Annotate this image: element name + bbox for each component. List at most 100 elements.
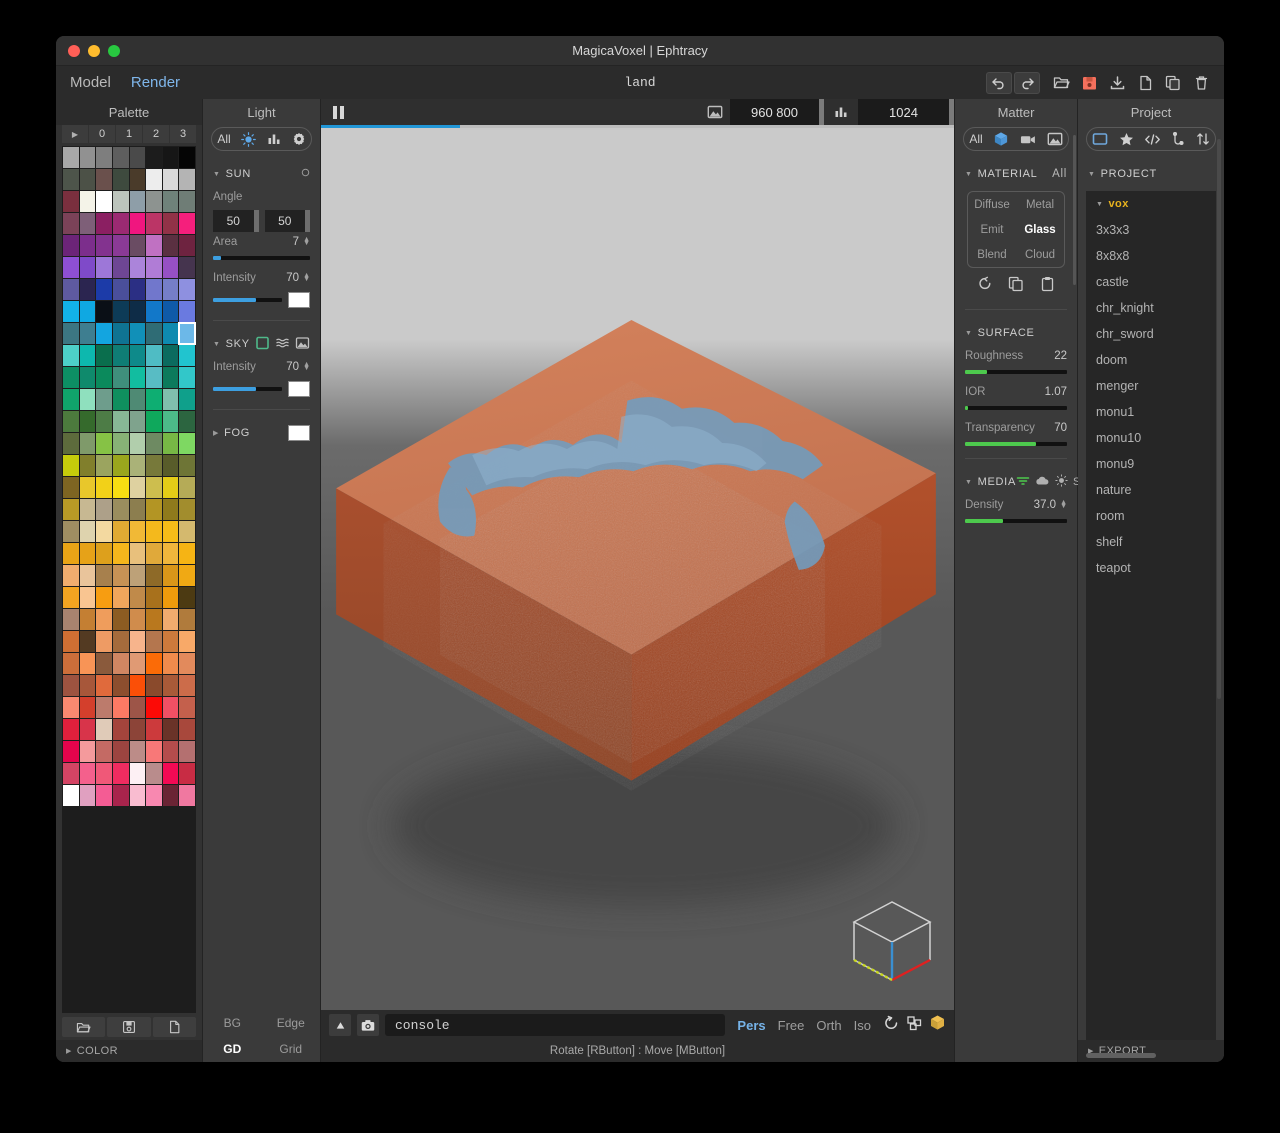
palette-swatch[interactable] bbox=[162, 675, 179, 696]
palette-swatch[interactable] bbox=[63, 587, 79, 608]
palette-swatch[interactable] bbox=[96, 499, 112, 520]
palette-swatch[interactable] bbox=[63, 565, 79, 586]
palette-swatch[interactable] bbox=[112, 323, 129, 344]
palette-swatch[interactable] bbox=[63, 301, 79, 322]
palette-swatch[interactable] bbox=[146, 499, 162, 520]
palette-swatch[interactable] bbox=[96, 741, 112, 762]
palette-swatch[interactable] bbox=[162, 279, 179, 300]
matter-tab-image[interactable] bbox=[1047, 132, 1063, 146]
palette-swatch[interactable] bbox=[79, 609, 96, 630]
palette-swatch[interactable] bbox=[162, 191, 179, 212]
fog-section-header[interactable]: ▶ FOG bbox=[203, 420, 320, 446]
palette-swatch[interactable] bbox=[179, 257, 195, 278]
palette-swatch[interactable] bbox=[146, 675, 162, 696]
palette-swatch[interactable] bbox=[162, 433, 179, 454]
palette-swatch[interactable] bbox=[79, 213, 96, 234]
palette-swatch[interactable] bbox=[179, 719, 195, 740]
palette-swatch[interactable] bbox=[162, 587, 179, 608]
palette-swatch[interactable] bbox=[129, 147, 146, 168]
view-mode-free[interactable]: Free bbox=[778, 1018, 805, 1033]
palette-swatch[interactable] bbox=[129, 653, 146, 674]
sky-intensity-slider[interactable] bbox=[213, 387, 282, 391]
rotate-icon[interactable] bbox=[883, 1015, 900, 1036]
palette-swatch[interactable] bbox=[162, 345, 179, 366]
palette-swatch[interactable] bbox=[179, 169, 195, 190]
delete-button[interactable] bbox=[1188, 72, 1214, 94]
light-tab-settings[interactable] bbox=[292, 132, 306, 146]
palette-page-1[interactable]: 1 bbox=[116, 125, 142, 143]
density-slider[interactable] bbox=[965, 519, 1067, 523]
palette-swatch[interactable] bbox=[129, 609, 146, 630]
palette-swatch[interactable] bbox=[129, 367, 146, 388]
palette-swatch[interactable] bbox=[112, 609, 129, 630]
palette-swatch[interactable] bbox=[179, 741, 195, 762]
palette-swatch[interactable] bbox=[96, 147, 112, 168]
palette-page-3[interactable]: 3 bbox=[170, 125, 196, 143]
light-tab-chart[interactable] bbox=[267, 132, 281, 146]
palette-swatch[interactable] bbox=[179, 675, 195, 696]
project-list-item[interactable]: monu1 bbox=[1086, 399, 1216, 425]
star-icon[interactable] bbox=[1119, 132, 1134, 146]
palette-swatch[interactable] bbox=[112, 433, 129, 454]
palette-swatch[interactable] bbox=[179, 433, 195, 454]
copy-button[interactable] bbox=[1160, 72, 1186, 94]
palette-swatch[interactable] bbox=[179, 301, 195, 322]
palette-swatch[interactable] bbox=[162, 235, 179, 256]
palette-swatch[interactable] bbox=[179, 631, 195, 652]
palette-swatch[interactable] bbox=[129, 411, 146, 432]
toggle-edge[interactable]: Edge bbox=[262, 1010, 321, 1036]
palette-save-button[interactable] bbox=[107, 1017, 151, 1037]
ior-slider[interactable] bbox=[965, 406, 1067, 410]
palette-swatch[interactable] bbox=[79, 411, 96, 432]
palette-swatch[interactable] bbox=[63, 411, 79, 432]
palette-swatch[interactable] bbox=[129, 785, 146, 806]
palette-swatch[interactable] bbox=[96, 521, 112, 542]
palette-swatch[interactable] bbox=[162, 631, 179, 652]
palette-swatch[interactable] bbox=[96, 235, 112, 256]
palette-swatch[interactable] bbox=[179, 785, 195, 806]
palette-swatch[interactable] bbox=[179, 367, 195, 388]
palette-swatch[interactable] bbox=[112, 653, 129, 674]
palette-swatch[interactable] bbox=[146, 697, 162, 718]
palette-swatch[interactable] bbox=[129, 191, 146, 212]
palette-swatch[interactable] bbox=[129, 235, 146, 256]
sun-area-stepper[interactable]: ▲ ▼ bbox=[303, 236, 310, 247]
palette-swatch[interactable] bbox=[162, 741, 179, 762]
palette-swatch[interactable] bbox=[129, 169, 146, 190]
project-list-item[interactable]: monu10 bbox=[1086, 425, 1216, 451]
palette-swatch[interactable] bbox=[63, 499, 79, 520]
project-list-item[interactable]: room bbox=[1086, 503, 1216, 529]
matter-scrollbar[interactable] bbox=[1073, 135, 1076, 285]
palette-swatch[interactable] bbox=[79, 257, 96, 278]
palette-swatch[interactable] bbox=[162, 521, 179, 542]
palette-swatch[interactable] bbox=[146, 191, 162, 212]
sky-section-header[interactable]: ▼ SKY bbox=[203, 331, 320, 357]
palette-swatch[interactable] bbox=[96, 477, 112, 498]
palette-swatch[interactable] bbox=[79, 147, 96, 168]
color-section-toggle[interactable]: ▶ COLOR bbox=[56, 1040, 202, 1062]
palette-swatch[interactable] bbox=[96, 763, 112, 784]
palette-swatch[interactable] bbox=[146, 785, 162, 806]
palette-swatch[interactable] bbox=[146, 565, 162, 586]
palette-swatch[interactable] bbox=[146, 169, 162, 190]
palette-swatch[interactable] bbox=[63, 521, 79, 542]
palette-swatch[interactable] bbox=[79, 433, 96, 454]
palette-swatch[interactable] bbox=[112, 301, 129, 322]
sky-waves-icon[interactable] bbox=[275, 336, 290, 353]
palette-swatch[interactable] bbox=[63, 543, 79, 564]
palette-swatch[interactable] bbox=[79, 169, 96, 190]
palette-swatch[interactable] bbox=[79, 587, 96, 608]
palette-swatch[interactable] bbox=[112, 169, 129, 190]
palette-swatch[interactable] bbox=[179, 279, 195, 300]
palette-swatch[interactable] bbox=[79, 631, 96, 652]
project-file-list[interactable]: ▼ vox 3x3x3 8x8x8 castle chr_knight chr_sword d… bbox=[1086, 191, 1216, 1040]
toggle-gd[interactable]: GD bbox=[203, 1036, 262, 1062]
sky-gradient-square-icon[interactable] bbox=[255, 336, 270, 353]
palette-swatch[interactable] bbox=[146, 301, 162, 322]
palette-swatch[interactable] bbox=[162, 653, 179, 674]
palette-swatch[interactable] bbox=[179, 609, 195, 630]
palette-swatch[interactable] bbox=[146, 367, 162, 388]
palette-swatch[interactable] bbox=[129, 697, 146, 718]
console-input[interactable]: console bbox=[385, 1014, 726, 1036]
palette-swatch[interactable] bbox=[129, 499, 146, 520]
